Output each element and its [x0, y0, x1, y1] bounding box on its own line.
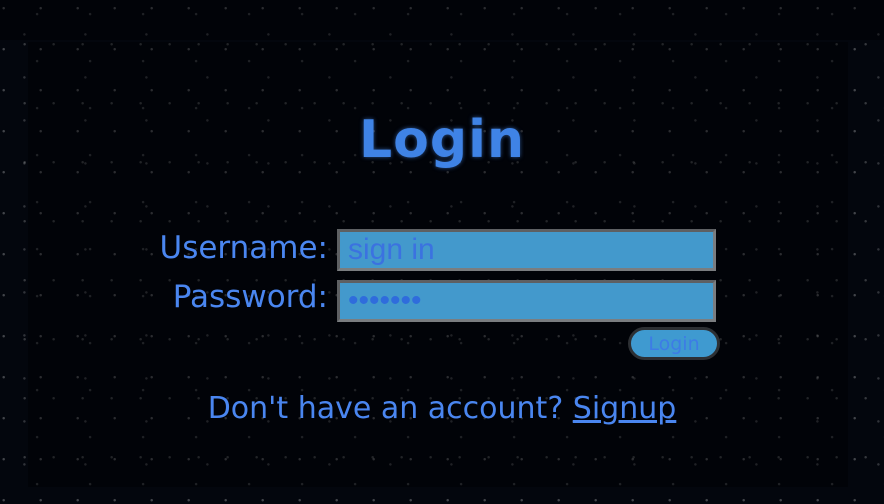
- signup-prompt-text: Don't have an account?: [207, 391, 564, 426]
- password-input[interactable]: [337, 280, 716, 322]
- username-label: Username:: [159, 230, 328, 266]
- login-button[interactable]: Login: [628, 327, 720, 360]
- top-bar: [0, 0, 884, 40]
- password-label: Password:: [172, 279, 328, 315]
- page-title: Login: [359, 110, 525, 170]
- starfield-background: Login Username: Password: Login Don't ha…: [0, 0, 884, 504]
- username-input[interactable]: [337, 229, 716, 271]
- signup-link[interactable]: Signup: [573, 391, 677, 426]
- signup-prompt: Don't have an account? Signup: [0, 391, 884, 426]
